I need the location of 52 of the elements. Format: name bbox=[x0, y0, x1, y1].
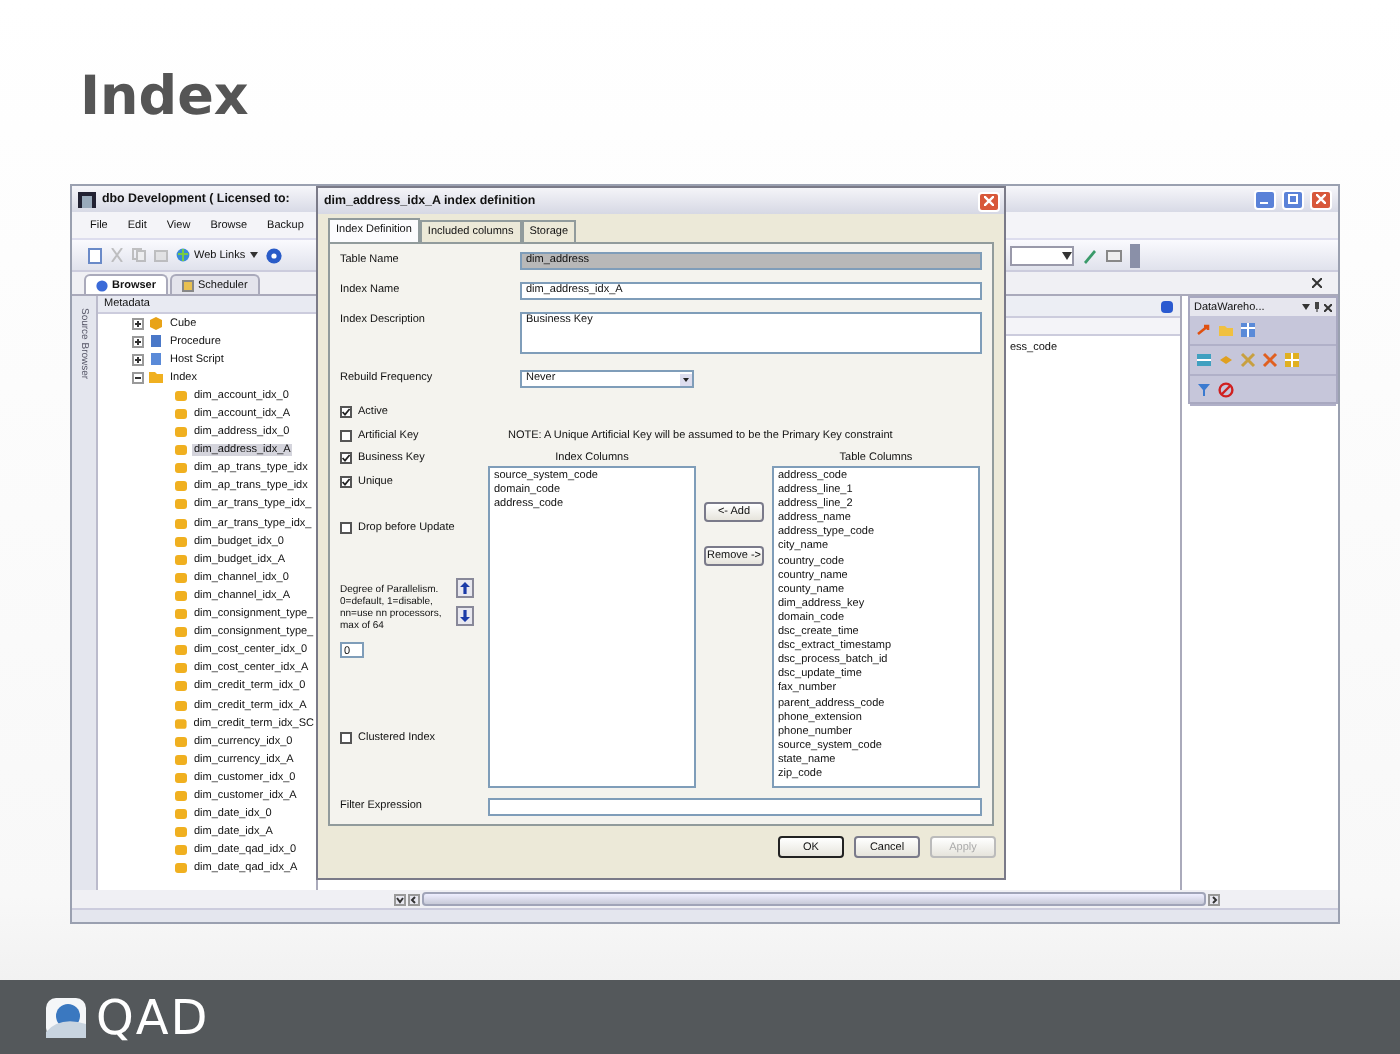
checkbox[interactable] bbox=[340, 475, 352, 487]
arrow-icon[interactable] bbox=[1196, 322, 1212, 338]
caret-icon[interactable] bbox=[1302, 304, 1310, 310]
toolbar-handle[interactable] bbox=[1130, 243, 1140, 267]
caret-icon bbox=[680, 373, 692, 385]
panel-icon[interactable] bbox=[1106, 247, 1122, 263]
cross-icon[interactable] bbox=[1262, 352, 1278, 368]
grid-icon[interactable] bbox=[1196, 352, 1212, 368]
expander-icon[interactable] bbox=[132, 317, 144, 330]
scroll-right-icon[interactable] bbox=[1208, 893, 1220, 905]
scroll-left-icon[interactable] bbox=[408, 893, 420, 905]
globe-icon bbox=[176, 248, 190, 262]
maximize-button[interactable] bbox=[1282, 189, 1304, 209]
no-entry-icon[interactable] bbox=[1218, 382, 1234, 398]
app-icon bbox=[78, 191, 96, 207]
pin-icon[interactable] bbox=[1314, 302, 1320, 312]
maximize-icon bbox=[1288, 194, 1298, 204]
close-button[interactable] bbox=[1310, 189, 1332, 209]
checkbox[interactable] bbox=[340, 406, 352, 418]
grid-icon[interactable] bbox=[1284, 352, 1300, 368]
slide-title: Index bbox=[80, 64, 249, 132]
help-icon[interactable] bbox=[265, 247, 282, 263]
up-arrow-icon bbox=[460, 581, 470, 593]
folder-icon bbox=[148, 370, 164, 385]
up-button[interactable] bbox=[456, 577, 474, 597]
caret-icon bbox=[1062, 251, 1072, 259]
close-icon bbox=[1316, 194, 1326, 204]
logo-text: QAD bbox=[96, 989, 210, 1045]
expander-icon[interactable] bbox=[132, 353, 144, 366]
filter-field[interactable] bbox=[488, 798, 982, 816]
toolbar-dropdown[interactable] bbox=[1010, 245, 1074, 265]
close-button[interactable] bbox=[978, 191, 1000, 211]
checkbox[interactable] bbox=[340, 429, 352, 441]
minimize-button[interactable] bbox=[1254, 189, 1276, 209]
down-button[interactable] bbox=[456, 605, 474, 625]
dropdown-arrow-icon[interactable] bbox=[394, 893, 406, 905]
close-icon[interactable] bbox=[1324, 303, 1332, 311]
table-icon[interactable] bbox=[1240, 322, 1256, 338]
new-document-icon[interactable] bbox=[88, 247, 102, 263]
funnel-icon[interactable] bbox=[1196, 382, 1212, 398]
close-icon[interactable] bbox=[1312, 278, 1322, 288]
expander-icon[interactable] bbox=[132, 371, 144, 384]
down-arrow-icon bbox=[460, 609, 470, 621]
close-icon bbox=[984, 196, 994, 206]
checkbox[interactable] bbox=[340, 522, 352, 534]
checkbox[interactable] bbox=[340, 731, 352, 744]
expander-icon[interactable] bbox=[132, 335, 144, 348]
horizontal-scrollbar[interactable] bbox=[422, 892, 1206, 906]
checkbox[interactable] bbox=[340, 452, 352, 464]
pencil-icon[interactable] bbox=[1082, 247, 1098, 263]
caret-icon bbox=[249, 252, 258, 258]
logo-icon bbox=[44, 995, 88, 1039]
